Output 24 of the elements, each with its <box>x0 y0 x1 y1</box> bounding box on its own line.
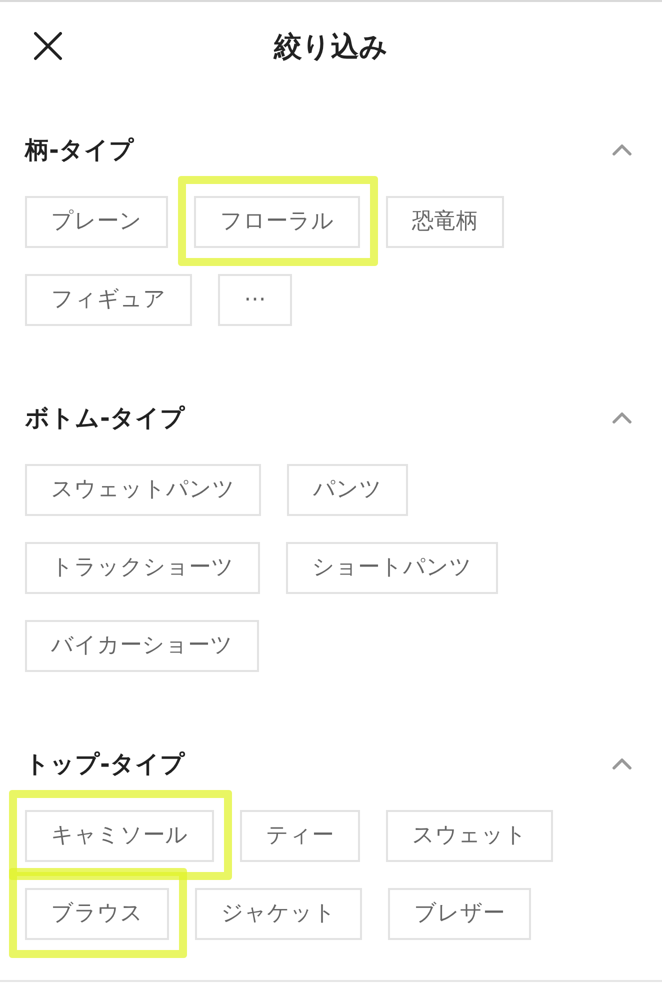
filter-chip[interactable]: スウェット <box>386 810 553 862</box>
filter-chip[interactable]: プレーン <box>25 196 168 248</box>
filter-chip[interactable]: ショートパンツ <box>286 542 498 594</box>
filter-chip[interactable]: スウェットパンツ <box>25 464 261 516</box>
filter-chip[interactable]: 恐竜柄 <box>386 196 504 248</box>
filter-chip[interactable]: トラックショーツ <box>25 542 260 594</box>
filter-chip[interactable]: フィギュア <box>25 274 192 326</box>
section-heading: ボトム-タイプ <box>25 403 185 434</box>
chevron-up-icon[interactable] <box>612 144 632 156</box>
chevron-up-icon[interactable] <box>612 758 632 770</box>
filter-chip[interactable]: ブレザー <box>388 888 531 940</box>
filter-chip[interactable]: ティー <box>240 810 360 862</box>
filter-chip[interactable]: キャミソール <box>25 810 214 862</box>
filter-chip[interactable]: ジャケット <box>195 888 362 940</box>
panel-title: 絞り込み <box>274 29 388 65</box>
chevron-up-icon[interactable] <box>612 412 632 424</box>
filter-chip[interactable]: ブラウス <box>25 888 169 940</box>
section-heading: 柄-タイプ <box>25 135 134 166</box>
filter-chip[interactable]: バイカーショーツ <box>25 620 259 672</box>
filter-chip[interactable]: フローラル <box>194 196 360 248</box>
filter-chip[interactable]: パンツ <box>287 464 408 516</box>
close-icon[interactable] <box>34 32 62 60</box>
section-heading: トップ-タイプ <box>25 749 185 780</box>
filter-chip[interactable]: ⋯ <box>218 274 292 326</box>
